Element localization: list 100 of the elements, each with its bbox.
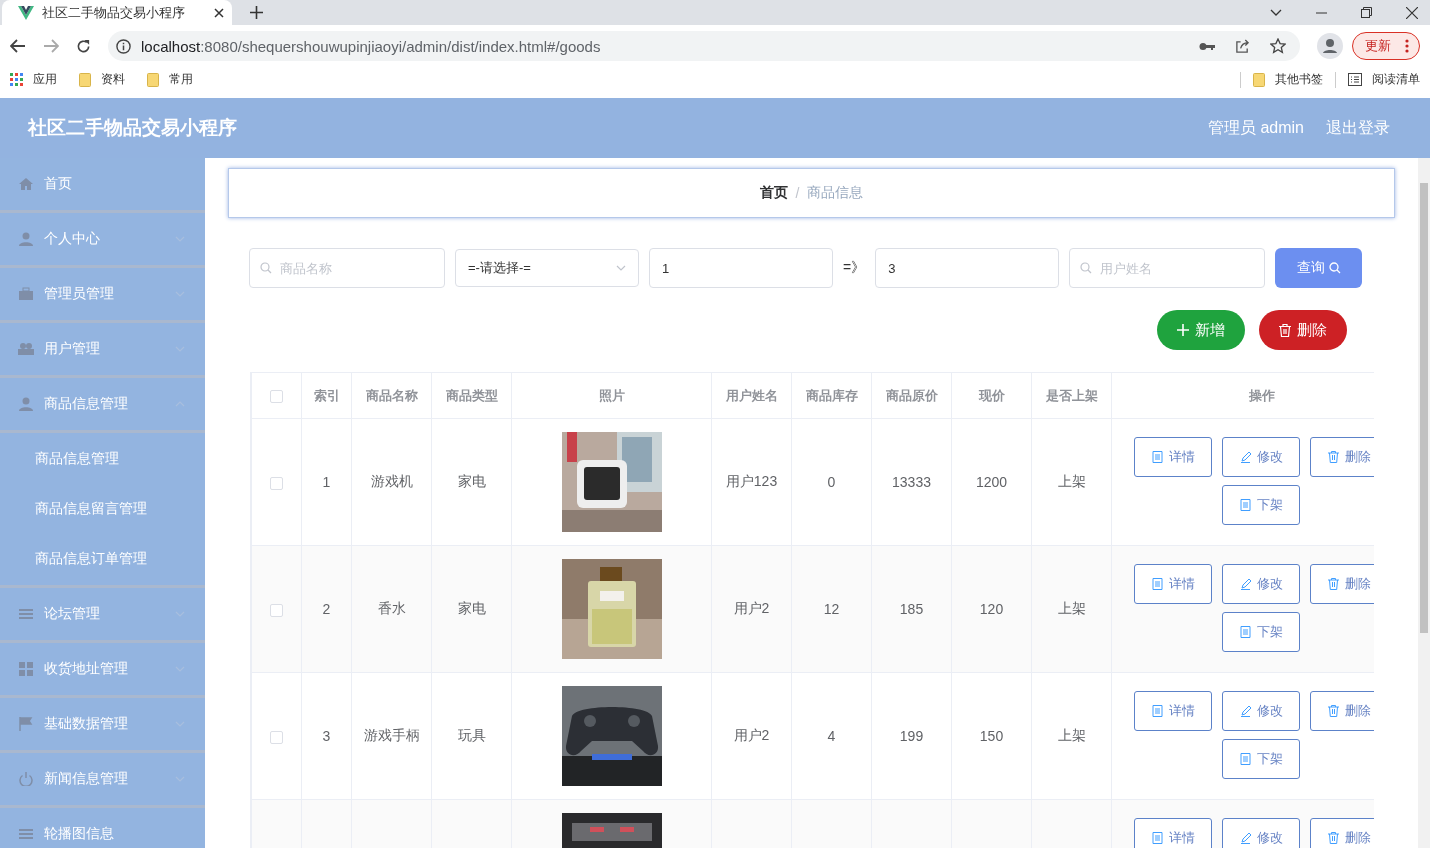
row-action-button[interactable]: 修改 (1222, 564, 1300, 604)
checkbox[interactable] (270, 603, 283, 617)
range-separator: =》 (843, 259, 866, 277)
document-icon (1151, 578, 1163, 590)
pencil-icon (1239, 451, 1251, 463)
select-field[interactable]: =-请选择-= (455, 249, 639, 287)
reading-list-icon (1348, 73, 1362, 86)
trash-icon (1327, 451, 1339, 463)
key-icon[interactable] (1199, 41, 1215, 51)
column-header: 商品名称 (351, 372, 432, 419)
bookmark[interactable]: 阅读清单 (1348, 71, 1420, 88)
table-cell: 2 (301, 545, 352, 673)
row-action-button[interactable]: 修改 (1222, 437, 1300, 477)
submenu-item[interactable]: 商品信息订单管理 (0, 533, 205, 583)
row-action-button[interactable]: 详情 (1134, 437, 1212, 477)
menu-item[interactable]: 用户管理 (0, 323, 205, 378)
table-cell: 12 (791, 545, 872, 673)
menu-item[interactable]: 论坛管理 (0, 588, 205, 643)
chevron-down-icon[interactable] (1270, 8, 1282, 17)
breadcrumb-link[interactable]: 首页 (759, 184, 788, 202)
search-field[interactable]: 用户姓名 (1069, 248, 1266, 288)
input-field[interactable]: 1 (649, 248, 833, 288)
menu-item[interactable]: 商品信息管理 (0, 378, 205, 433)
restore-icon[interactable] (1361, 7, 1372, 18)
column-header: 操作 (1111, 372, 1374, 419)
minimize-icon[interactable] (1316, 11, 1327, 14)
row-action-button[interactable]: 下架 (1222, 485, 1300, 525)
row-action-button[interactable]: 删除 (1310, 691, 1374, 731)
table-cell: 3 (301, 672, 352, 800)
row-action-button[interactable]: 删除 (1310, 437, 1374, 477)
submenu-item[interactable]: 商品信息管理 (0, 433, 205, 483)
row-action-button[interactable]: 详情 (1134, 818, 1212, 848)
bookmark[interactable]: 应用 (10, 71, 57, 88)
search-field[interactable]: 商品名称 (249, 248, 445, 288)
person-icon (18, 397, 34, 411)
menu-item[interactable]: 收货地址管理 (0, 643, 205, 698)
row-action-button[interactable]: 修改 (1222, 691, 1300, 731)
menu-item[interactable]: 首页 (0, 158, 205, 213)
pencil-icon (1239, 705, 1251, 717)
close-icon[interactable] (1406, 6, 1418, 19)
pencil-icon (1239, 832, 1251, 844)
share-icon[interactable] (1235, 38, 1250, 54)
row-action-button[interactable]: 详情 (1134, 691, 1212, 731)
profile-icon[interactable] (1317, 33, 1343, 59)
row-action-button[interactable]: 删除 (1310, 818, 1374, 848)
add-button[interactable]: 新增 (1157, 310, 1245, 350)
row-action-button[interactable]: 修改 (1222, 818, 1300, 848)
table-cell: 玩具 (431, 672, 512, 800)
row-action-button[interactable]: 详情 (1134, 564, 1212, 604)
logout-link[interactable]: 退出登录 (1326, 117, 1390, 139)
update-button[interactable]: 更新 (1352, 32, 1420, 60)
delete-button[interactable]: 删除 (1259, 310, 1347, 350)
row-action-button[interactable]: 下架 (1222, 612, 1300, 652)
table-cell: 香水 (351, 545, 432, 673)
new-tab-icon[interactable] (250, 6, 263, 19)
search-button[interactable]: 查询 (1275, 248, 1363, 288)
trash-icon (1327, 705, 1339, 717)
checkbox[interactable] (270, 476, 283, 490)
bookmark[interactable]: 常用 (147, 71, 193, 88)
input-field[interactable]: 3 (875, 248, 1060, 288)
document-icon (1151, 451, 1163, 463)
document-icon (1151, 832, 1163, 844)
table-cell: 游戏机 (351, 418, 432, 546)
menu-item[interactable]: 基础数据管理 (0, 698, 205, 753)
menu-item[interactable]: 个人中心 (0, 213, 205, 268)
column-header: 是否上架 (1031, 372, 1112, 419)
column-header: 商品类型 (431, 372, 512, 419)
star-icon[interactable] (1270, 38, 1286, 54)
apps-icon (10, 73, 23, 86)
scrollbar[interactable] (1418, 158, 1430, 848)
submenu-item[interactable]: 商品信息留言管理 (0, 483, 205, 533)
address-field[interactable]: localhost:8080/shequershouwupinjiaoyi/admin/dist/index.html#/goods (108, 31, 1300, 61)
menu-item[interactable]: 轮播图信息 (0, 808, 205, 848)
column-header: 商品库存 (791, 372, 872, 419)
reload-icon[interactable] (76, 38, 91, 54)
checkbox[interactable] (270, 390, 283, 404)
table-cell: 185 (871, 545, 952, 673)
row-action-button[interactable]: 删除 (1310, 564, 1374, 604)
browser-tab[interactable]: 社区二手物品交易小程序 (2, 0, 232, 25)
pencil-icon (1239, 578, 1251, 590)
bookmark[interactable]: 资料 (79, 71, 125, 88)
flag-icon (18, 717, 34, 731)
menu-item[interactable]: 管理员管理 (0, 268, 205, 323)
close-icon[interactable] (214, 7, 224, 18)
table-cell: 1200 (951, 418, 1032, 546)
back-icon[interactable] (10, 39, 26, 53)
plus-icon (1177, 324, 1189, 336)
row-action-button[interactable]: 下架 (1222, 739, 1300, 779)
table-cell: 用户2 (711, 545, 792, 673)
document-icon (1239, 753, 1251, 765)
breadcrumb-separator: / (795, 185, 800, 201)
table-cell: 用户123 (711, 418, 792, 546)
bookmark[interactable]: 其他书签 (1253, 71, 1323, 88)
power-icon (18, 772, 34, 786)
checkbox[interactable] (270, 730, 283, 744)
breadcrumb-link[interactable]: 商品信息 (807, 184, 864, 202)
search-icon (1328, 262, 1341, 274)
trash-icon (1327, 832, 1339, 844)
menu-item[interactable]: 新闻信息管理 (0, 753, 205, 808)
folder-icon (1253, 72, 1265, 87)
